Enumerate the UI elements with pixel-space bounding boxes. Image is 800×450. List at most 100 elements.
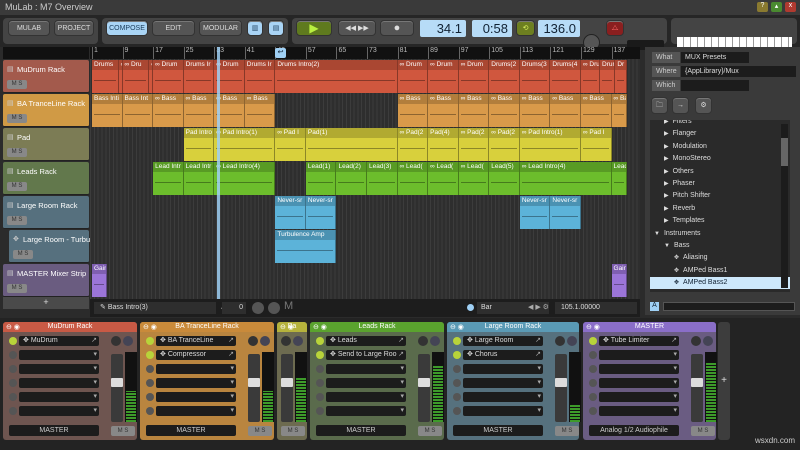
insert-slot[interactable]: ▾ xyxy=(156,392,236,402)
slot-power-led[interactable] xyxy=(146,407,154,415)
clip[interactable]: Turbulence Amp xyxy=(275,230,336,263)
dropdown-icon[interactable]: ▾ xyxy=(673,364,677,374)
clip[interactable]: ∞ Ba xyxy=(612,94,627,127)
send-knob[interactable] xyxy=(123,336,133,346)
edit-arrow-icon[interactable]: ↗ xyxy=(91,336,97,346)
arrow-right-icon[interactable]: → xyxy=(672,97,689,114)
slot-power-led[interactable] xyxy=(146,393,154,401)
dropdown-icon[interactable]: ▾ xyxy=(673,392,677,402)
insert-slot[interactable]: ▾ xyxy=(156,364,236,374)
clip[interactable]: Drums(3 xyxy=(520,60,551,93)
clip[interactable]: Gain xyxy=(92,264,107,297)
dropdown-icon[interactable]: ▾ xyxy=(400,406,404,416)
clip[interactable]: ∞ Bass xyxy=(245,94,276,127)
send-knob[interactable] xyxy=(703,336,713,346)
dropdown-icon[interactable]: ▾ xyxy=(537,364,541,374)
slot-power-led[interactable] xyxy=(9,379,17,387)
edit-arrow-icon[interactable]: ↗ xyxy=(228,350,234,360)
insert-slot[interactable]: ▾ xyxy=(326,378,406,388)
clip[interactable]: ∞ Bass xyxy=(489,94,520,127)
track-header[interactable]: ▤PadM S xyxy=(3,128,89,161)
maximize-button[interactable]: ▴ xyxy=(771,2,782,12)
slot-power-led[interactable] xyxy=(589,337,597,345)
mute-solo-buttons[interactable]: M S xyxy=(248,426,272,436)
what-field[interactable]: MUX Presets xyxy=(681,52,749,63)
power-icon[interactable]: ⊖ ◉ xyxy=(6,323,20,333)
tree-item[interactable]: ▶Phaser xyxy=(650,178,790,190)
tree-item[interactable]: ▶Pitch Shifter xyxy=(650,190,790,202)
edit-arrow-icon[interactable]: ↗ xyxy=(535,336,541,346)
clip[interactable]: ∞ Drum xyxy=(459,60,490,93)
clip[interactable]: Pad(4) xyxy=(428,128,459,161)
clip[interactable]: Dr xyxy=(615,60,626,93)
clip[interactable]: ∞ Pad(2 xyxy=(459,128,490,161)
dropdown-icon[interactable]: ▾ xyxy=(230,392,234,402)
edit-button[interactable]: EDIT xyxy=(152,20,195,36)
volume-fader[interactable] xyxy=(691,354,703,422)
fader-handle[interactable] xyxy=(691,378,703,387)
dropdown-icon[interactable]: ▾ xyxy=(93,406,97,416)
help-button[interactable]: ? xyxy=(757,2,768,12)
where-field[interactable]: {AppLibrary}/Mux xyxy=(681,66,796,77)
clip[interactable]: Drums(4 xyxy=(550,60,581,93)
dropdown-icon[interactable]: ▾ xyxy=(537,378,541,388)
dropdown-icon[interactable]: ▾ xyxy=(230,364,234,374)
time-display[interactable]: 0:58 xyxy=(472,20,512,37)
edit-arrow-icon[interactable]: ↗ xyxy=(398,336,404,346)
mute-solo-buttons[interactable]: M S xyxy=(7,114,27,123)
mute-solo-buttons[interactable]: M S xyxy=(7,182,27,191)
slot-power-led[interactable] xyxy=(589,351,597,359)
gear-icon[interactable]: ⚙ xyxy=(695,97,712,114)
clip[interactable]: ∞ Bass xyxy=(153,94,184,127)
slot-power-led[interactable] xyxy=(9,365,17,373)
insert-slot[interactable]: ▾ xyxy=(326,364,406,374)
insert-slot[interactable]: ▾ xyxy=(599,392,679,402)
dropdown-icon[interactable]: ▾ xyxy=(230,378,234,388)
project-button[interactable]: PROJECT xyxy=(54,20,94,36)
slot-power-led[interactable] xyxy=(453,393,461,401)
clip[interactable]: Bass Inti xyxy=(92,94,123,127)
edit-arrow-icon[interactable]: ↗ xyxy=(228,336,234,346)
slot-power-led[interactable] xyxy=(146,351,154,359)
pan-knob[interactable] xyxy=(691,336,701,346)
tree-item[interactable]: ▶Flanger xyxy=(650,128,790,140)
insert-slot[interactable]: ▾ xyxy=(19,392,99,402)
dropdown-icon[interactable]: ▾ xyxy=(673,350,677,360)
mute-solo-buttons[interactable]: M S xyxy=(7,284,27,293)
slot-power-led[interactable] xyxy=(589,365,597,373)
volume-fader[interactable] xyxy=(281,354,293,422)
mute-solo-buttons[interactable]: M S xyxy=(7,216,27,225)
clip[interactable]: Pad Intro xyxy=(184,128,215,161)
fader-handle[interactable] xyxy=(555,378,567,387)
tree-item[interactable]: ✥Aliasing xyxy=(650,252,790,264)
metronome-icon[interactable]: ⧍ xyxy=(606,20,624,36)
mute-solo-buttons[interactable]: M S xyxy=(7,148,27,157)
modular-button[interactable]: MODULAR xyxy=(199,20,242,36)
play-button[interactable]: ▶ xyxy=(296,20,332,36)
clip[interactable]: ∞ Bass xyxy=(428,94,459,127)
clip[interactable]: ∞ Pad I xyxy=(581,128,612,161)
clip[interactable]: Never-sr xyxy=(550,196,581,229)
slot-power-led[interactable] xyxy=(589,379,597,387)
mute-solo-buttons[interactable]: M S xyxy=(418,426,442,436)
tree-item[interactable]: ▶MonoStereo xyxy=(650,153,790,165)
clip[interactable]: Lead I xyxy=(612,162,627,195)
insert-slot[interactable]: ▾ xyxy=(599,378,679,388)
tree-item[interactable]: ▶Templates xyxy=(650,215,790,227)
browser-scrollbar[interactable] xyxy=(781,124,788,288)
insert-slot[interactable]: ▾ xyxy=(326,406,406,416)
insert-slot[interactable]: ▾ xyxy=(463,406,543,416)
insert-slot[interactable]: ✥ Compressor↗ xyxy=(156,350,236,360)
clip[interactable]: ∞ Bass xyxy=(581,94,612,127)
dropdown-icon[interactable]: ▾ xyxy=(93,378,97,388)
volume-fader[interactable] xyxy=(555,354,567,422)
dropdown-icon[interactable]: ▾ xyxy=(93,364,97,374)
mute-solo-buttons[interactable]: M S xyxy=(13,250,33,259)
browser-search-input[interactable] xyxy=(663,302,795,311)
fader-handle[interactable] xyxy=(111,378,123,387)
slot-power-led[interactable] xyxy=(453,351,461,359)
clip[interactable]: ∞ Dru xyxy=(123,60,150,93)
insert-slot[interactable]: ▾ xyxy=(463,378,543,388)
clip[interactable]: ∞ Pad I xyxy=(275,128,306,161)
insert-slot[interactable]: ✥ Tube Limiter↗ xyxy=(599,336,679,346)
